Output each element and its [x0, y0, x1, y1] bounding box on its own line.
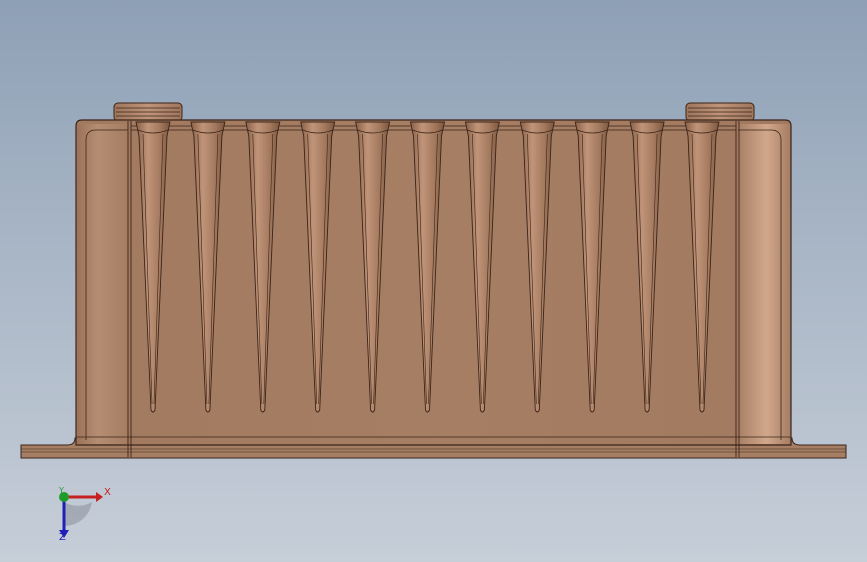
graphics-viewport[interactable]: X Y Z	[0, 0, 867, 562]
heatsink-model[interactable]	[0, 0, 867, 562]
right-boss	[685, 102, 755, 122]
y-axis-label: Y	[59, 486, 64, 495]
x-axis-label: X	[104, 487, 111, 498]
z-axis-label: Z	[59, 532, 66, 543]
left-boss	[113, 102, 183, 122]
